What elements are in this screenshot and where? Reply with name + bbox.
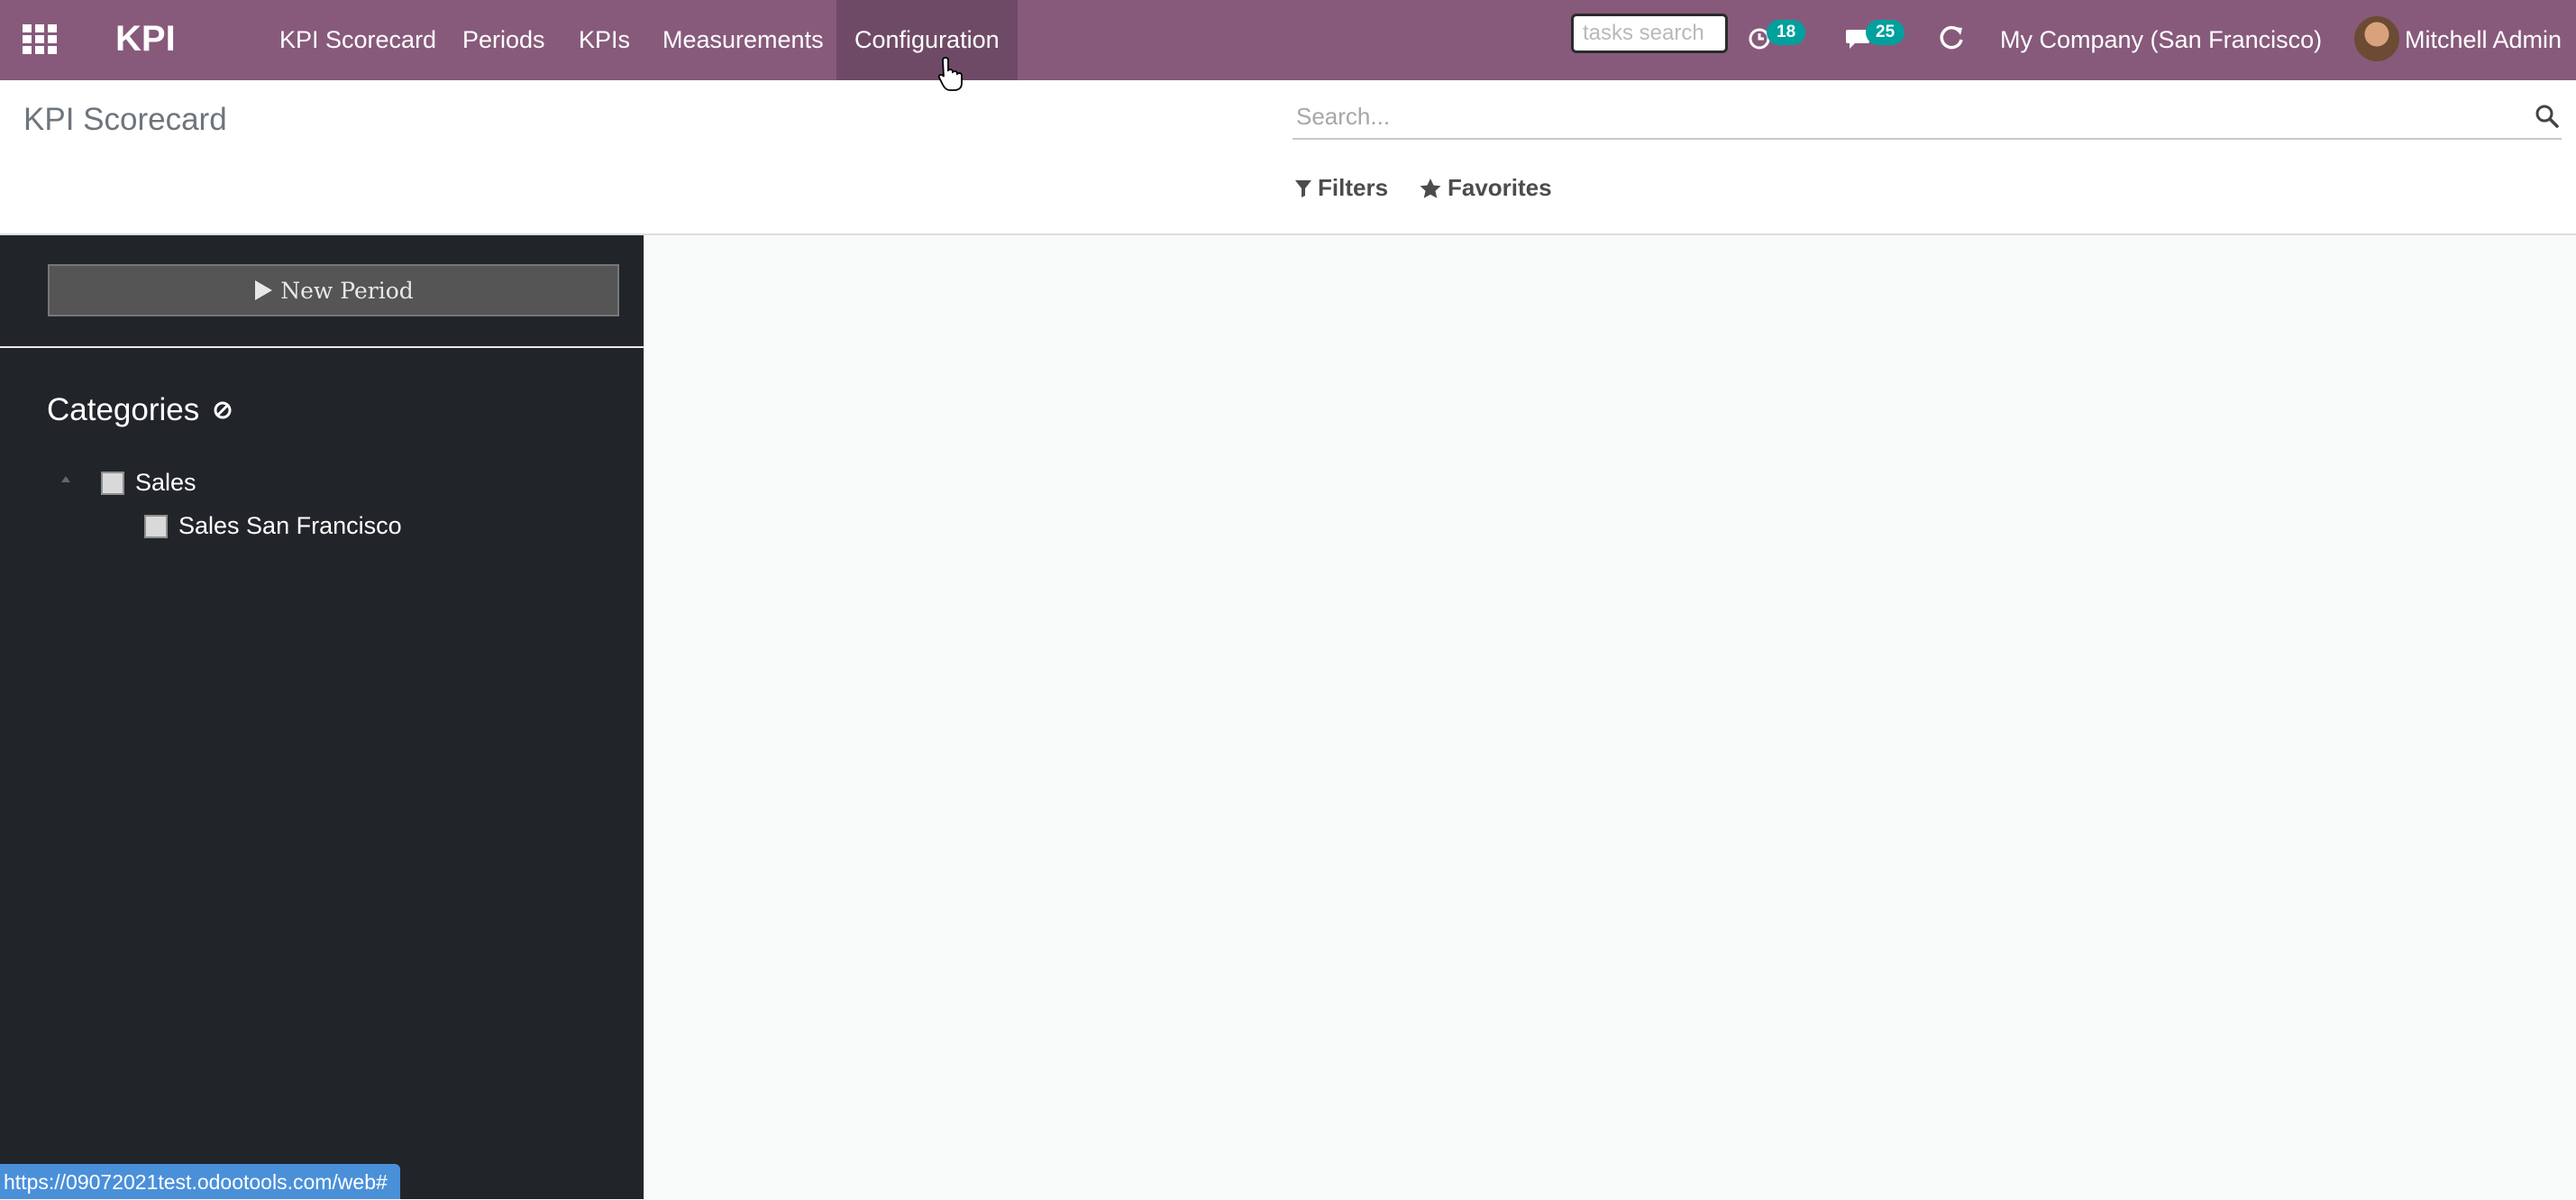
avatar[interactable] bbox=[2354, 16, 2399, 61]
company-switcher[interactable]: My Company (San Francisco) bbox=[2000, 0, 2322, 79]
top-navbar: KPI KPI Scorecard Periods KPIs Measureme… bbox=[0, 0, 2576, 80]
user-menu[interactable]: Mitchell Admin bbox=[2405, 0, 2562, 79]
category-checkbox[interactable] bbox=[101, 471, 124, 495]
categories-heading: Categories bbox=[47, 392, 200, 427]
filters-label: Filters bbox=[1318, 174, 1389, 201]
category-checkbox[interactable] bbox=[144, 514, 168, 538]
menu-periods[interactable]: Periods bbox=[462, 0, 545, 80]
hand-cursor-icon bbox=[937, 57, 963, 91]
activity-count-badge: 18 bbox=[1767, 20, 1806, 45]
category-label: Sales bbox=[135, 469, 196, 496]
filter-icon bbox=[1295, 179, 1311, 197]
page-title: KPI Scorecard bbox=[23, 102, 227, 137]
clear-ban-icon[interactable] bbox=[212, 399, 233, 421]
categories-title: Categories bbox=[47, 392, 233, 428]
star-icon bbox=[1420, 178, 1441, 198]
search-icon[interactable] bbox=[2535, 104, 2560, 129]
tasks-search-input[interactable] bbox=[1571, 14, 1728, 53]
menu-kpi-scorecard[interactable]: KPI Scorecard bbox=[279, 0, 436, 80]
category-sales[interactable]: Sales bbox=[101, 469, 196, 497]
new-period-button[interactable]: New Period bbox=[48, 264, 619, 316]
search-bar bbox=[1293, 96, 2562, 140]
search-input[interactable] bbox=[1293, 96, 2526, 136]
play-icon bbox=[255, 280, 273, 300]
new-period-label: New Period bbox=[280, 277, 414, 304]
favorites-label: Favorites bbox=[1448, 174, 1552, 201]
main-content-area bbox=[644, 235, 2576, 1199]
apps-grid-icon[interactable] bbox=[23, 24, 57, 55]
menu-kpis[interactable]: KPIs bbox=[579, 0, 630, 80]
favorites-button[interactable]: Favorites bbox=[1419, 174, 1552, 202]
menu-measurements[interactable]: Measurements bbox=[662, 0, 824, 80]
category-label: Sales San Francisco bbox=[178, 512, 402, 539]
tree-toggle-icon[interactable] bbox=[61, 476, 70, 482]
messages-count-badge: 25 bbox=[1866, 20, 1905, 45]
sidebar-divider bbox=[0, 346, 644, 348]
status-url-tooltip: https://09072021test.odootools.com/web# bbox=[0, 1164, 400, 1199]
refresh-icon[interactable] bbox=[1938, 23, 1965, 52]
app-brand[interactable]: KPI bbox=[115, 14, 176, 63]
control-panel: KPI Scorecard Filters Favorites bbox=[0, 80, 2576, 235]
filters-button[interactable]: Filters bbox=[1294, 174, 1388, 202]
menu-configuration[interactable]: Configuration bbox=[836, 0, 1018, 80]
category-sales-san-francisco[interactable]: Sales San Francisco bbox=[144, 512, 402, 540]
sidebar: New Period Categories Sales Sales San Fr… bbox=[0, 235, 644, 1199]
